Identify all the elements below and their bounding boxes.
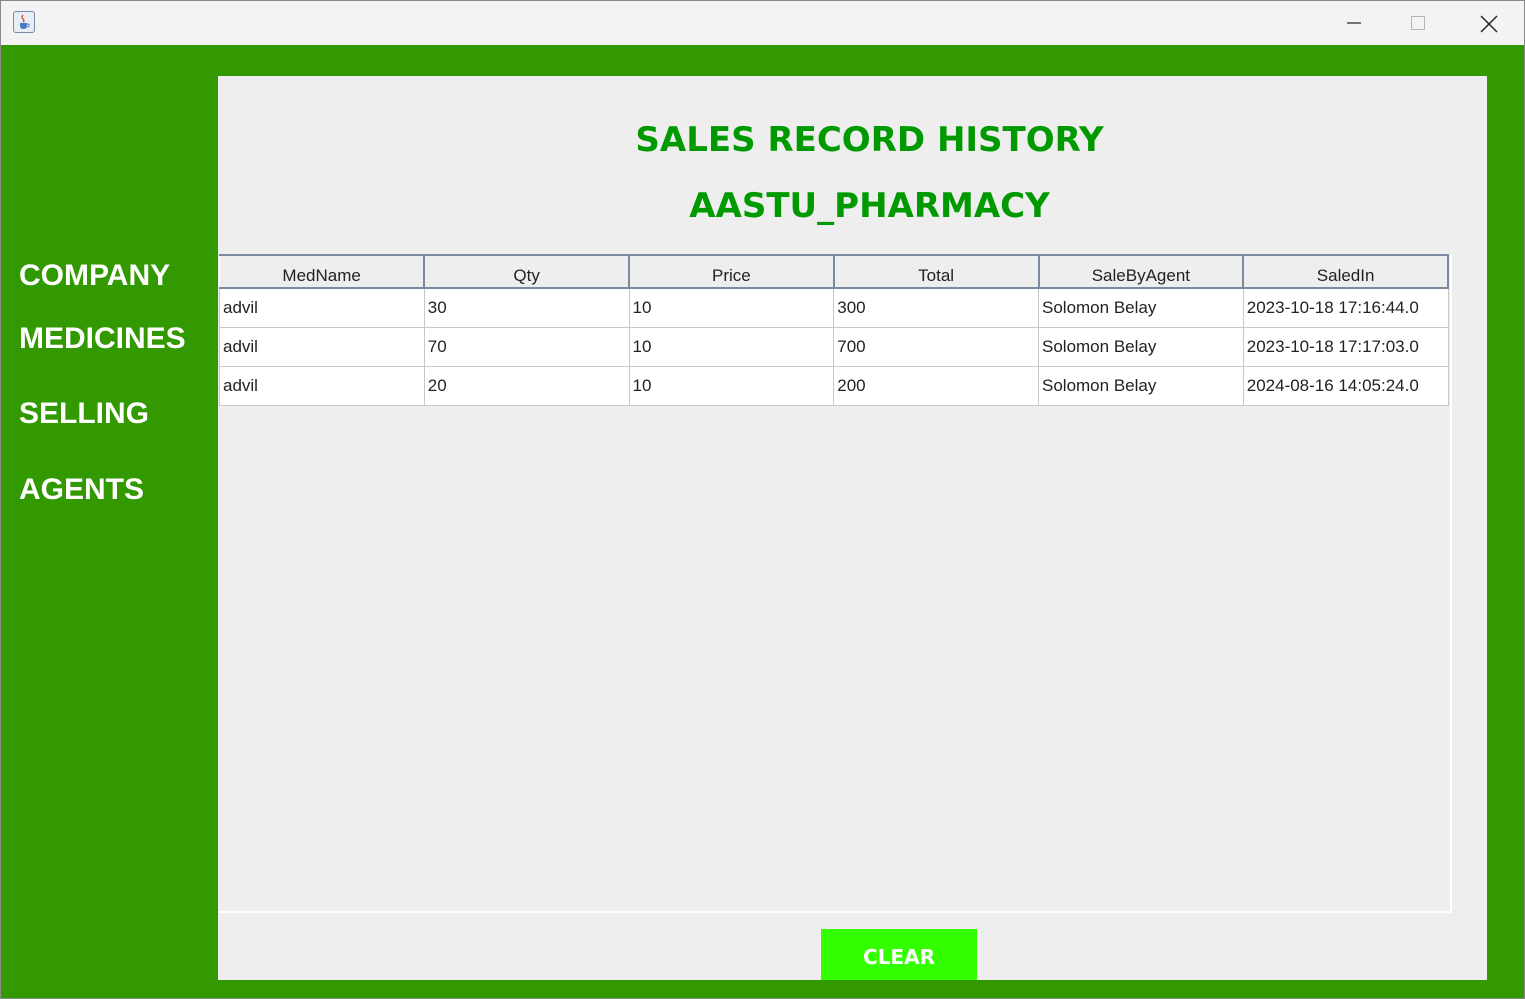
sales-table: MedName Qty Price Total SaleByAgent Sale… [219, 254, 1449, 406]
table-row[interactable]: advil 70 10 700 Solomon Belay 2023-10-18… [219, 327, 1449, 367]
maximize-button[interactable] [1383, 1, 1453, 45]
pharmacy-name: AASTU_PHARMACY [689, 186, 1050, 226]
table-cell[interactable]: 10 [628, 287, 835, 328]
table-cell[interactable]: 2023-10-18 17:16:44.0 [1242, 287, 1449, 328]
column-header-salebyagent[interactable]: SaleByAgent [1038, 254, 1245, 289]
close-button[interactable] [1453, 1, 1523, 45]
sidebar-item-company[interactable]: COMPANY [19, 259, 170, 293]
sidebar: COMPANY MEDICINES SELLING AGENTS [1, 45, 217, 998]
table-cell[interactable]: Solomon Belay [1038, 287, 1244, 328]
table-cell[interactable]: 10 [628, 327, 835, 367]
close-icon [1480, 15, 1498, 33]
table-cell[interactable]: Solomon Belay [1038, 366, 1244, 406]
sidebar-item-medicines[interactable]: MEDICINES [19, 322, 186, 356]
page-title: SALES RECORD HISTORY [635, 120, 1104, 160]
title-bar[interactable] [1, 1, 1524, 45]
java-cup-icon [13, 11, 35, 33]
table-cell[interactable]: 10 [628, 366, 835, 406]
clear-button[interactable]: CLEAR [821, 929, 977, 980]
main-panel: SALES RECORD HISTORY AASTU_PHARMACY MedN… [218, 76, 1487, 980]
table-cell[interactable]: 200 [833, 366, 1039, 406]
column-header-price[interactable]: Price [628, 254, 835, 289]
sales-table-scroll[interactable]: MedName Qty Price Total SaleByAgent Sale… [219, 254, 1452, 913]
table-cell[interactable]: 300 [833, 287, 1039, 328]
table-cell[interactable]: 70 [423, 327, 630, 367]
column-header-qty[interactable]: Qty [423, 254, 630, 289]
table-cell[interactable]: 700 [833, 327, 1039, 367]
minimize-icon [1347, 22, 1361, 24]
column-header-medname[interactable]: MedName [219, 254, 426, 289]
column-header-total[interactable]: Total [833, 254, 1040, 289]
table-cell[interactable]: 2023-10-18 17:17:03.0 [1242, 327, 1449, 367]
column-header-saledin[interactable]: SaledIn [1242, 254, 1449, 289]
table-cell[interactable]: 20 [423, 366, 630, 406]
table-row[interactable]: advil 30 10 300 Solomon Belay 2023-10-18… [219, 287, 1449, 328]
sidebar-item-agents[interactable]: AGENTS [19, 473, 144, 507]
table-cell[interactable]: 2024-08-16 14:05:24.0 [1242, 366, 1449, 406]
table-cell[interactable]: advil [219, 287, 425, 328]
table-cell[interactable]: Solomon Belay [1038, 327, 1244, 367]
sidebar-item-selling[interactable]: SELLING [19, 397, 149, 431]
table-cell[interactable]: advil [219, 327, 425, 367]
maximize-icon [1411, 16, 1425, 30]
table-cell[interactable]: 30 [423, 287, 630, 328]
table-row[interactable]: advil 20 10 200 Solomon Belay 2024-08-16… [219, 366, 1449, 406]
table-cell[interactable]: advil [219, 366, 425, 406]
app-window: COMPANY MEDICINES SELLING AGENTS SALES R… [0, 0, 1525, 999]
table-header-row: MedName Qty Price Total SaleByAgent Sale… [219, 254, 1449, 289]
minimize-button[interactable] [1319, 1, 1389, 45]
